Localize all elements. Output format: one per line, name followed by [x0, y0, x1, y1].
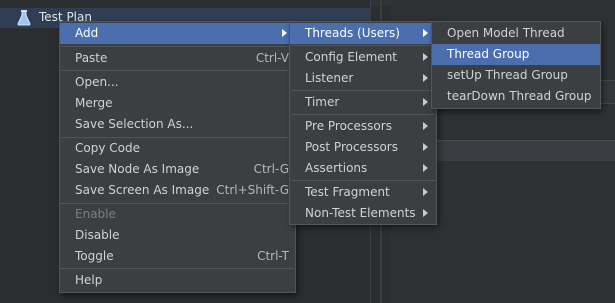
submenu-arrow-icon — [423, 53, 428, 61]
menu-item-label: Thread Group — [447, 47, 530, 61]
menu-item-label: Assertions — [305, 161, 368, 175]
menu-item-open[interactable]: Open... — [60, 72, 295, 93]
menu-separator — [291, 90, 435, 91]
menu-separator — [61, 268, 294, 269]
menu-item-label: Open... — [75, 75, 119, 89]
menu-item-label: Timer — [305, 95, 340, 109]
menu-item-listener[interactable]: Listener — [290, 68, 436, 89]
menu-item-label: Test Fragment — [305, 185, 390, 199]
context-menu: Add Paste Ctrl-V Open... Merge Save Sele… — [59, 21, 296, 293]
menu-item-disable[interactable]: Disable — [60, 225, 295, 246]
menu-item-non-test-elements[interactable]: Non-Test Elements — [290, 203, 436, 224]
menu-item-label: Enable — [75, 207, 116, 221]
menu-item-label: Toggle — [75, 249, 114, 263]
menu-item-save-screen-as-image[interactable]: Save Screen As Image Ctrl+Shift-G — [60, 180, 295, 201]
flask-icon — [17, 10, 31, 26]
menu-item-timer[interactable]: Timer — [290, 92, 436, 113]
submenu-arrow-icon — [423, 122, 428, 130]
menu-item-shortcut: Ctrl-T — [257, 249, 289, 263]
menu-item-label: Copy Code — [75, 141, 140, 155]
menu-item-save-selection-as[interactable]: Save Selection As... — [60, 114, 295, 135]
menu-item-label: Post Processors — [305, 140, 398, 154]
menu-separator — [291, 180, 435, 181]
menu-item-save-node-as-image[interactable]: Save Node As Image Ctrl-G — [60, 159, 295, 180]
menu-item-label: Save Selection As... — [75, 117, 194, 131]
menu-item-label: tearDown Thread Group — [447, 89, 592, 103]
menu-item-label: Save Screen As Image — [75, 183, 210, 197]
submenu-arrow-icon — [423, 188, 428, 196]
menu-item-setup-thread-group[interactable]: setUp Thread Group — [432, 65, 600, 86]
menu-item-label: Pre Processors — [305, 119, 392, 133]
menu-item-open-model-thread-group[interactable]: Open Model Thread Group — [432, 23, 600, 61]
menu-item-help[interactable]: Help — [60, 270, 295, 291]
add-submenu: Threads (Users) Config Element Listener … — [289, 21, 437, 225]
menu-item-post-processors[interactable]: Post Processors — [290, 137, 436, 158]
menu-separator — [291, 45, 435, 46]
menu-separator — [61, 70, 294, 71]
menu-item-label: Config Element — [305, 50, 397, 64]
menu-item-assertions[interactable]: Assertions — [290, 158, 436, 179]
menu-separator — [291, 114, 435, 115]
menu-separator — [61, 46, 294, 47]
menu-item-label: Merge — [75, 96, 113, 110]
submenu-arrow-icon — [423, 98, 428, 106]
submenu-arrow-icon — [423, 209, 428, 217]
menu-item-label: Help — [75, 273, 103, 287]
menu-item-label: setUp Thread Group — [447, 68, 568, 82]
submenu-arrow-icon — [423, 29, 428, 37]
menu-item-pre-processors[interactable]: Pre Processors — [290, 116, 436, 137]
menu-item-label: Paste — [75, 51, 108, 65]
menu-item-shortcut: Ctrl-V — [255, 51, 289, 65]
menu-item-label: Listener — [305, 71, 354, 85]
menu-item-toggle[interactable]: Toggle Ctrl-T — [60, 246, 295, 267]
menu-item-label: Disable — [75, 228, 120, 242]
menu-item-test-fragment[interactable]: Test Fragment — [290, 182, 436, 203]
menu-item-config-element[interactable]: Config Element — [290, 47, 436, 68]
menu-item-label: Save Node As Image — [75, 162, 200, 176]
menu-item-label: Threads (Users) — [305, 26, 400, 40]
menu-item-label: Non-Test Elements — [305, 206, 416, 220]
menu-item-teardown-thread-group[interactable]: tearDown Thread Group — [432, 86, 600, 107]
menu-item-shortcut: Ctrl+Shift-G — [216, 183, 289, 197]
menu-item-shortcut: Ctrl-G — [253, 162, 289, 176]
menu-item-thread-group[interactable]: Thread Group — [432, 44, 600, 65]
submenu-arrow-icon — [423, 164, 428, 172]
menu-item-copy-code[interactable]: Copy Code — [60, 138, 295, 159]
menu-item-paste[interactable]: Paste Ctrl-V — [60, 48, 295, 69]
menu-item-merge[interactable]: Merge — [60, 93, 295, 114]
menu-item-label: Add — [75, 26, 99, 40]
submenu-arrow-icon — [423, 143, 428, 151]
submenu-arrow-icon — [282, 29, 287, 37]
threads-submenu: Open Model Thread Group Thread Group set… — [431, 21, 601, 109]
submenu-arrow-icon — [423, 74, 428, 82]
menu-item-add[interactable]: Add — [60, 23, 295, 44]
menu-item-threads-users[interactable]: Threads (Users) — [290, 23, 436, 44]
menu-item-enable: Enable — [60, 204, 295, 225]
